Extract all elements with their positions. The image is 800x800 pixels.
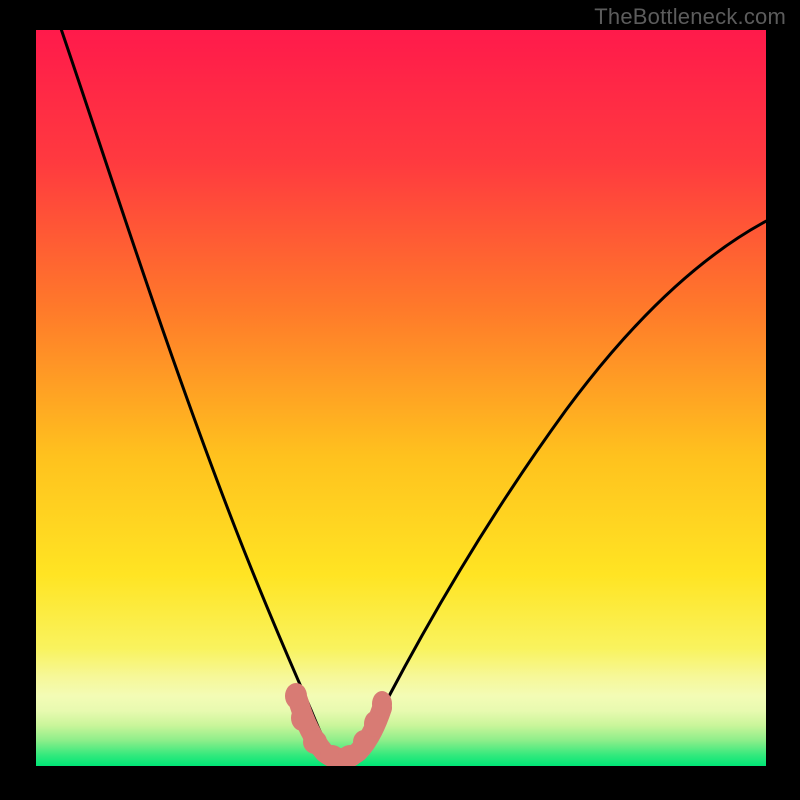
- curves-layer: [36, 30, 766, 766]
- bottleneck-markers: [285, 683, 392, 766]
- watermark-text: TheBottleneck.com: [594, 4, 786, 30]
- plot-area: [36, 30, 766, 766]
- chart-frame: TheBottleneck.com: [0, 0, 800, 800]
- left-curve: [58, 30, 334, 758]
- right-curve: [354, 216, 766, 758]
